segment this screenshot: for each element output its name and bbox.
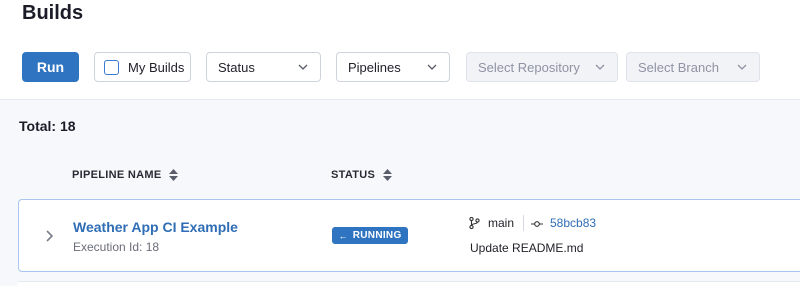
page-header: Builds Run My Builds Status Pipelines Se… — [0, 0, 800, 100]
next-row-edge — [18, 281, 800, 286]
repository-select[interactable]: Select Repository — [466, 52, 618, 82]
chevron-down-icon — [427, 64, 437, 70]
git-commit-icon — [531, 221, 543, 227]
repository-select-label: Select Repository — [478, 59, 580, 75]
chevron-right-icon[interactable] — [43, 229, 55, 243]
total-count: Total: 18 — [19, 118, 76, 134]
divider — [523, 215, 524, 231]
chevron-down-icon — [737, 64, 747, 70]
status-select-label: Status — [218, 59, 255, 75]
my-builds-toggle[interactable]: My Builds — [94, 52, 191, 82]
my-builds-checkbox[interactable] — [104, 59, 119, 75]
pipelines-select[interactable]: Pipelines — [336, 52, 450, 82]
column-header-pipeline-name[interactable]: PIPELINE NAME — [72, 169, 179, 181]
status-select[interactable]: Status — [206, 52, 321, 82]
commit-message: Update README.md — [470, 241, 584, 255]
table-row[interactable]: Weather App CI Example Execution Id: 18 … — [18, 199, 800, 272]
column-header-status[interactable]: STATUS — [331, 169, 393, 181]
sort-icon[interactable] — [169, 169, 179, 181]
page-title: Builds — [22, 2, 84, 24]
chevron-down-icon — [298, 64, 308, 70]
status-badge-label: RUNNING — [352, 230, 402, 241]
pipeline-name-link[interactable]: Weather App CI Example — [73, 219, 238, 235]
column-header-label: STATUS — [331, 169, 376, 181]
sort-icon[interactable] — [383, 169, 393, 181]
branch-name: main — [488, 216, 515, 230]
my-builds-label: My Builds — [128, 59, 185, 75]
column-header-label: PIPELINE NAME — [72, 169, 162, 181]
commit-hash-link[interactable]: 58bcb83 — [550, 216, 596, 230]
chevron-down-icon — [595, 64, 605, 70]
run-button[interactable]: Run — [22, 52, 79, 82]
execution-id: Execution Id: 18 — [73, 240, 160, 254]
git-branch-icon — [469, 217, 480, 229]
running-arrow-icon: ← — [338, 230, 348, 241]
pipelines-select-label: Pipelines — [348, 59, 401, 75]
branch-select-label: Select Branch — [638, 59, 719, 75]
branch-select[interactable]: Select Branch — [626, 52, 760, 82]
status-badge: ← RUNNING — [332, 227, 408, 244]
